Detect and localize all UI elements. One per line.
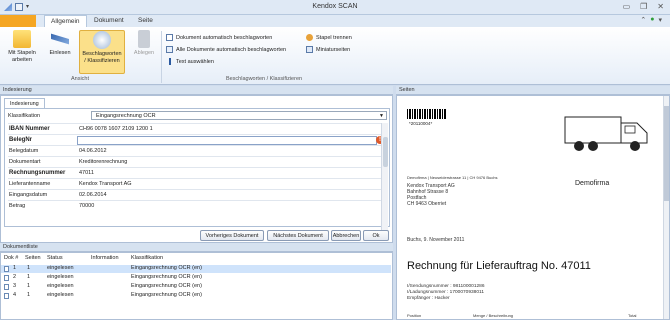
document-icon [166, 34, 173, 41]
minimize-icon[interactable]: ▭ [623, 2, 631, 11]
lieferantenname-input[interactable]: Kendox Transport AG [77, 180, 377, 189]
classify-icon [93, 31, 111, 49]
document-icon [4, 266, 9, 272]
doclist-row[interactable]: 2 1 eingelesen Eingangsrechnung OCR (en) [1, 274, 391, 282]
close-icon[interactable]: ✕ [657, 2, 664, 11]
ribbon: Mit Stapeln arbeiten Einlesen Beschlagwo… [0, 27, 670, 85]
abbrechen-button[interactable]: Abbrechen [331, 230, 361, 241]
tab-dokument[interactable]: Dokument [88, 15, 130, 27]
scrollbar-thumb[interactable] [383, 137, 388, 167]
barcode-text: *20110004* [409, 121, 433, 126]
doclist-panel: Dok # Seiten Status Information Klassifi… [0, 252, 393, 320]
doclist-header: Dok # Seiten Status Information Klassifi… [4, 255, 164, 261]
iban-input[interactable]: CH96 0078 1607 2109 1200 1 [77, 125, 377, 134]
vorheriges-dokument-button[interactable]: Vorheriges Dokument [200, 230, 264, 241]
field-belegdatum: Belegdatum 04.06.2012 [8, 145, 382, 156]
scrollbar-thumb[interactable] [664, 106, 669, 201]
chevron-down-icon: ▼ [379, 113, 384, 119]
rechnungsnummer-input[interactable]: 47011 [77, 169, 377, 178]
doclist-row[interactable]: 3 1 eingelesen Eingangsrechnung OCR (en) [1, 283, 391, 291]
miniaturseiten-item[interactable]: Miniaturseiten [306, 46, 350, 53]
indexing-panel-header: Indexierung [0, 86, 393, 95]
einlesen-button[interactable]: Einlesen [44, 30, 76, 57]
ablegen-button[interactable]: Ablegen [128, 30, 160, 57]
table-header-beschreibung: Menge / Beschreibung [473, 313, 514, 318]
field-eingangsdatum: Eingangsdatum 02.06.2014 [8, 189, 382, 200]
reference-lines: I/Sendungsnummer : 981100001286 I/Ladung… [407, 284, 485, 301]
doclist-row[interactable]: 1 1 eingelesen Eingangsrechnung OCR (en) [1, 265, 391, 273]
group-ansicht: Ansicht [70, 76, 90, 82]
field-iban: IBAN Nummer CH96 0078 1607 2109 1200 1 [8, 123, 382, 134]
indexing-panel: Indexierung Klassifikation Eingangsrechn… [0, 95, 393, 243]
naechstes-dokument-button[interactable]: Nächstes Dokument [267, 230, 329, 241]
sender-line: Demofirma | Neuseiderstrasse 11 | CH 947… [407, 175, 498, 180]
eingangsdatum-input[interactable]: 02.06.2014 [77, 191, 377, 200]
date-line: Buchs, 9. November 2011 [407, 237, 465, 243]
ribbon-tabs: Allgemein Dokument Seite ⌃ ● ▾ [0, 15, 670, 27]
form-scrollbar[interactable] [381, 123, 388, 235]
group-beschlagworten: Beschlagworten / Klassifizieren [225, 76, 303, 82]
beschlagworten-button[interactable]: Beschlagworten / Klassifizieren [79, 30, 125, 74]
window-title: Kendox SCAN [312, 3, 358, 10]
help-icon[interactable]: ● [650, 16, 654, 24]
page-preview[interactable]: *20110004* Demofirma | Neuseiderstrasse … [396, 95, 670, 320]
preview-scrollbar[interactable] [663, 96, 669, 319]
title-bar: ▾ Kendox SCAN ▭ ❐ ✕ [0, 0, 670, 15]
truck-logo-icon [564, 116, 648, 151]
tab-seite[interactable]: Seite [132, 15, 159, 27]
table-header-total: Total [628, 313, 637, 318]
ok-button[interactable]: Ok [363, 230, 389, 241]
collapse-ribbon-icon[interactable]: ⌃ [640, 16, 646, 24]
document-icon [4, 293, 9, 299]
text-select-icon [166, 58, 173, 65]
document-icon [4, 275, 9, 281]
table-header-position: Position [407, 313, 422, 318]
window-controls: ▭ ❐ ✕ [623, 2, 664, 11]
text-auswaehlen-item[interactable]: Text auswählen [166, 58, 214, 65]
field-betrag: Betrag 70000 [8, 200, 382, 211]
stapel-trennen-item[interactable]: Stapel trennen [306, 34, 352, 41]
ribbon-right-icons: ⌃ ● ▾ [640, 16, 662, 24]
indexing-form: Klassifikation Eingangsrechnung OCR ▼ IB… [4, 108, 390, 235]
doclist-panel-header: Dokumentliste [0, 243, 393, 252]
field-lieferantenname: Lieferantenname Kendox Transport AG [8, 178, 382, 189]
tab-indexierung[interactable]: Indexierung [4, 98, 45, 108]
field-dokumentart: Dokumentart Kreditorenrechnung [8, 156, 382, 167]
thumbnails-icon [306, 46, 313, 53]
alle-auto-beschlagworten-item[interactable]: Alle Dokumente automatisch beschlagworte… [166, 46, 286, 53]
dokumentart-input[interactable]: Kreditorenrechnung [77, 158, 377, 167]
field-belegnr: BelegNr ! [8, 134, 384, 145]
restore-icon[interactable]: ❐ [640, 2, 647, 11]
invoice-title: Rechnung für Lieferauftrag No. 47011 [407, 260, 591, 272]
documents-icon [166, 46, 173, 53]
field-rechnungsnummer: Rechnungsnummer 47011 [8, 167, 382, 178]
group-separator [161, 31, 162, 83]
recipient-address: Kendox Transport AG Bahnhof Strasse 8 Po… [407, 183, 455, 207]
klassifikation-select[interactable]: Eingangsrechnung OCR ▼ [91, 111, 387, 120]
klassifikation-label: Klassifikation [8, 113, 41, 119]
tab-allgemein[interactable]: Allgemein [44, 15, 87, 27]
auto-beschlagworten-item[interactable]: Dokument automatisch beschlagworten [166, 34, 272, 41]
file-tab[interactable] [0, 15, 36, 27]
doclist-row[interactable]: 4 1 eingelesen Eingangsrechnung OCR (en) [1, 292, 391, 300]
belegnr-input[interactable] [77, 136, 377, 145]
gear-icon [306, 34, 313, 41]
document-icon [4, 284, 9, 290]
barcode [407, 109, 447, 119]
scan-icon [51, 33, 69, 45]
preview-panel-header: Seiten [396, 86, 670, 95]
archive-icon [138, 30, 150, 48]
document-page: *20110004* Demofirma | Neuseiderstrasse … [403, 99, 661, 319]
belegdatum-input[interactable]: 04.06.2012 [77, 147, 377, 156]
options-chevron-icon[interactable]: ▾ [658, 16, 662, 24]
mit-stapeln-arbeiten-button[interactable]: Mit Stapeln arbeiten [3, 30, 41, 64]
folder-stack-icon [13, 30, 31, 48]
betrag-input[interactable]: 70000 [77, 202, 377, 211]
company-name: Demofirma [575, 180, 610, 187]
